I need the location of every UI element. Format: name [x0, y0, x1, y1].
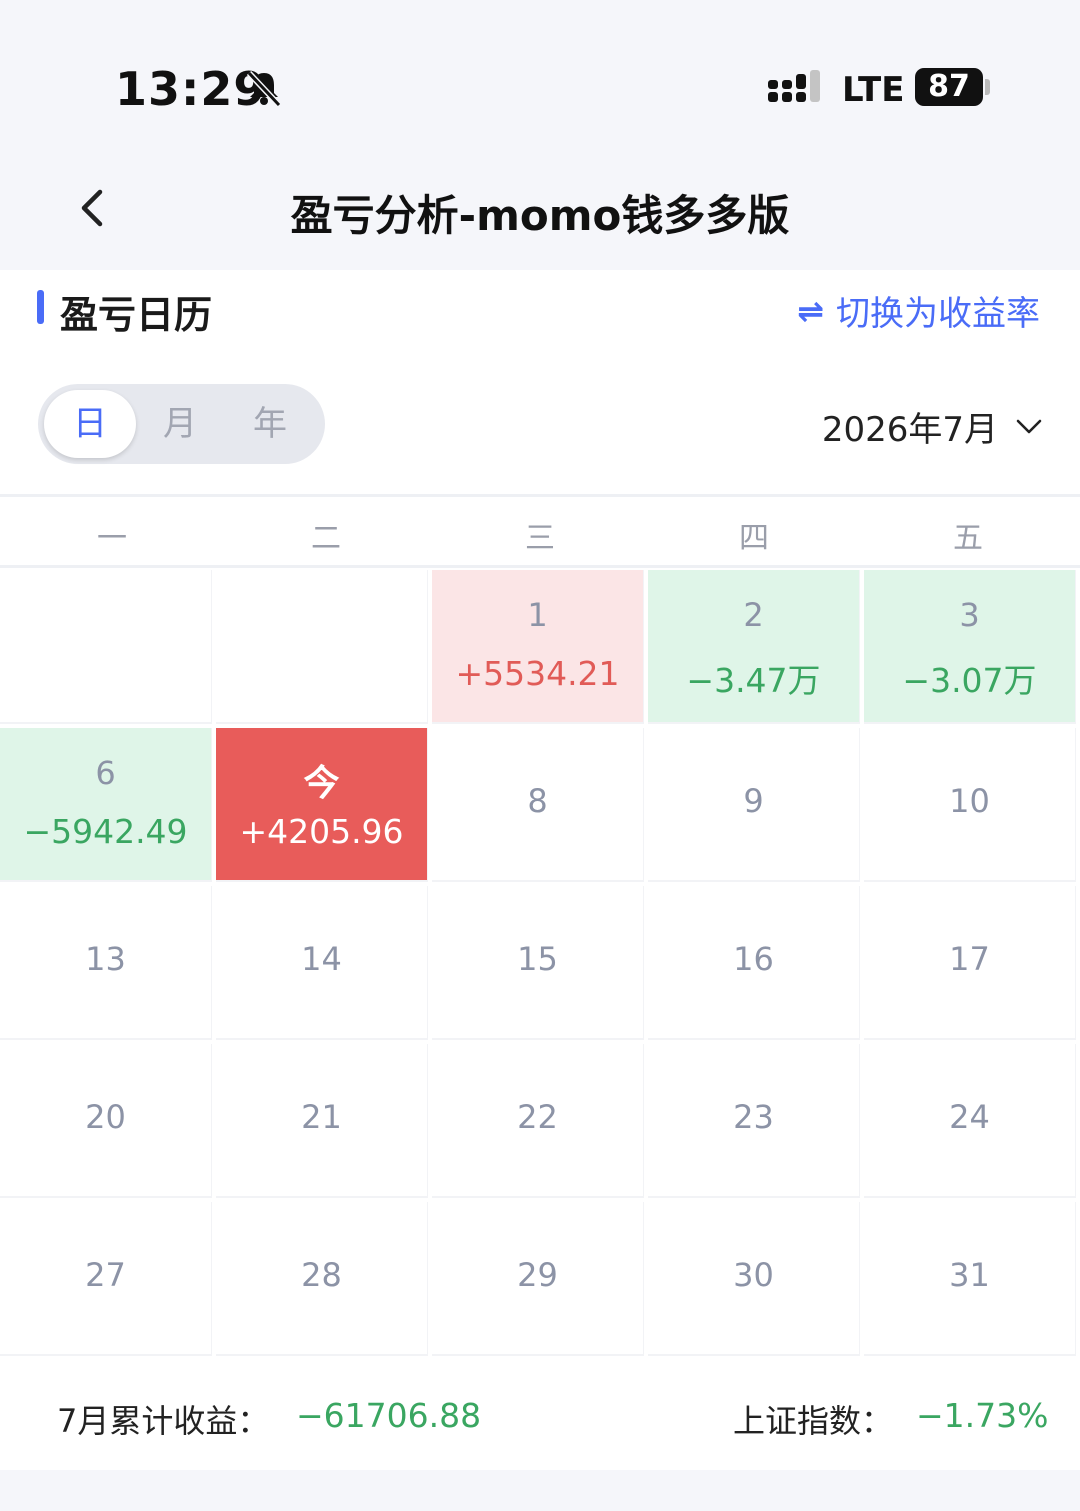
calendar-day-cell[interactable]: 20 [0, 1044, 212, 1198]
calendar-day-cell[interactable]: 23 [648, 1044, 860, 1198]
calendar-day-pnl: +5534.21 [455, 654, 620, 693]
calendar-day-number: 2 [743, 596, 764, 634]
calendar-day-cell[interactable]: 22 [432, 1044, 644, 1198]
calendar-day-number: 8 [527, 782, 548, 820]
calendar-day-number: 今 [303, 763, 340, 804]
month-total-value: −61706.88 [296, 1396, 482, 1435]
calendar-day-cell[interactable]: 1 +5534.21 [432, 570, 644, 724]
battery-indicator: 87 [915, 68, 983, 106]
page-title: 盈亏分析-momo钱多多版 [290, 191, 790, 240]
calendar-day-cell[interactable]: 16 [648, 886, 860, 1040]
period-segmented-control: 日 月 年 [38, 384, 325, 464]
calendar-day-number: 31 [949, 1256, 990, 1294]
weekday-label: 四 [739, 521, 769, 556]
weekday-header: 一 二 三 四 五 [0, 494, 1080, 568]
monthly-summary: 7月累计收益： −61706.88 上证指数： −1.73% [0, 1360, 1080, 1470]
index-label: 上证指数： [733, 1402, 894, 1440]
calendar-day-pnl: −5942.49 [23, 812, 188, 851]
status-bar: 13:29 LTE 87 [0, 0, 1080, 160]
calendar-day-number: 20 [85, 1098, 126, 1136]
calendar-day-number: 16 [733, 940, 774, 978]
calendar-day-cell[interactable]: 13 [0, 886, 212, 1040]
calendar-day-cell[interactable]: 6 −5942.49 [0, 728, 212, 882]
segment-month[interactable]: 月 [134, 390, 226, 458]
calendar-day-cell[interactable]: 17 [864, 886, 1076, 1040]
month-picker[interactable]: 2026年7月 [822, 402, 1042, 451]
index-value: −1.73% [916, 1396, 1049, 1435]
calendar-day-number: 24 [949, 1098, 990, 1136]
calendar-day-number: 21 [301, 1098, 342, 1136]
cellular-signal-icon [768, 70, 820, 102]
calendar-day-cell[interactable]: 8 [432, 728, 644, 882]
calendar-day-cell[interactable]: 29 [432, 1202, 644, 1356]
network-type: LTE [842, 70, 905, 110]
calendar-day-cell[interactable]: 3 −3.07万 [864, 570, 1076, 724]
switch-to-yield-button[interactable]: ⇌ 切换为收益率 [797, 286, 1040, 335]
weekday-label: 二 [311, 521, 341, 556]
section-accent-bar [37, 290, 44, 324]
calendar-day-cell[interactable]: 28 [216, 1202, 428, 1356]
calendar-day-cell[interactable]: 31 [864, 1202, 1076, 1356]
segment-year[interactable]: 年 [224, 390, 316, 458]
calendar-day-cell[interactable]: 14 [216, 886, 428, 1040]
chevron-down-icon [1016, 419, 1042, 433]
calendar-day-number: 28 [301, 1256, 342, 1294]
month-picker-label: 2026年7月 [821, 410, 998, 450]
calendar-day-number: 22 [517, 1098, 558, 1136]
pnl-calendar-card: 盈亏日历 ⇌ 切换为收益率 日 月 年 2026年7月 一 二 三 四 五 1 +… [0, 270, 1080, 1470]
calendar-day-number: 10 [949, 782, 990, 820]
calendar-empty-cell [216, 570, 428, 724]
switch-to-yield-label: 切换为收益率 [836, 294, 1040, 334]
calendar-day-cell[interactable]: 15 [432, 886, 644, 1040]
battery-tip [985, 79, 990, 95]
weekday-label: 五 [953, 521, 983, 556]
weekday-label: 一 [97, 521, 127, 556]
calendar-day-cell[interactable]: 30 [648, 1202, 860, 1356]
calendar-day-number: 29 [517, 1256, 558, 1294]
segment-day[interactable]: 日 [44, 390, 136, 458]
weekday-label: 三 [525, 521, 555, 556]
calendar-day-cell[interactable]: 21 [216, 1044, 428, 1198]
calendar-day-number: 13 [85, 940, 126, 978]
month-total-label: 7月累计收益： [57, 1402, 270, 1440]
calendar-day-number: 27 [85, 1256, 126, 1294]
section-title: 盈亏日历 [60, 293, 213, 337]
calendar-day-number: 14 [301, 940, 342, 978]
calendar-day-number: 17 [949, 940, 990, 978]
swap-arrows-icon: ⇌ [797, 291, 824, 330]
calendar-day-pnl: −3.07万 [902, 661, 1037, 700]
calendar-day-number: 3 [959, 596, 980, 634]
calendar-day-number: 30 [733, 1256, 774, 1294]
calendar-day-cell[interactable]: 2 −3.47万 [648, 570, 860, 724]
calendar-day-number: 15 [517, 940, 558, 978]
calendar-day-number: 23 [733, 1098, 774, 1136]
calendar-day-number: 6 [95, 754, 116, 792]
calendar-day-pnl: −3.47万 [686, 661, 821, 700]
calendar-day-cell[interactable]: 今 +4205.96 [216, 728, 428, 882]
bell-muted-icon [246, 70, 282, 108]
calendar-day-cell[interactable]: 10 [864, 728, 1076, 882]
calendar-day-number: 1 [527, 596, 548, 634]
calendar-day-cell[interactable]: 9 [648, 728, 860, 882]
calendar-day-cell[interactable]: 27 [0, 1202, 212, 1356]
calendar-day-cell[interactable]: 24 [864, 1044, 1076, 1198]
calendar-day-pnl: +4205.96 [239, 812, 404, 851]
calendar-day-number: 9 [743, 782, 764, 820]
calendar-empty-cell [0, 570, 212, 724]
